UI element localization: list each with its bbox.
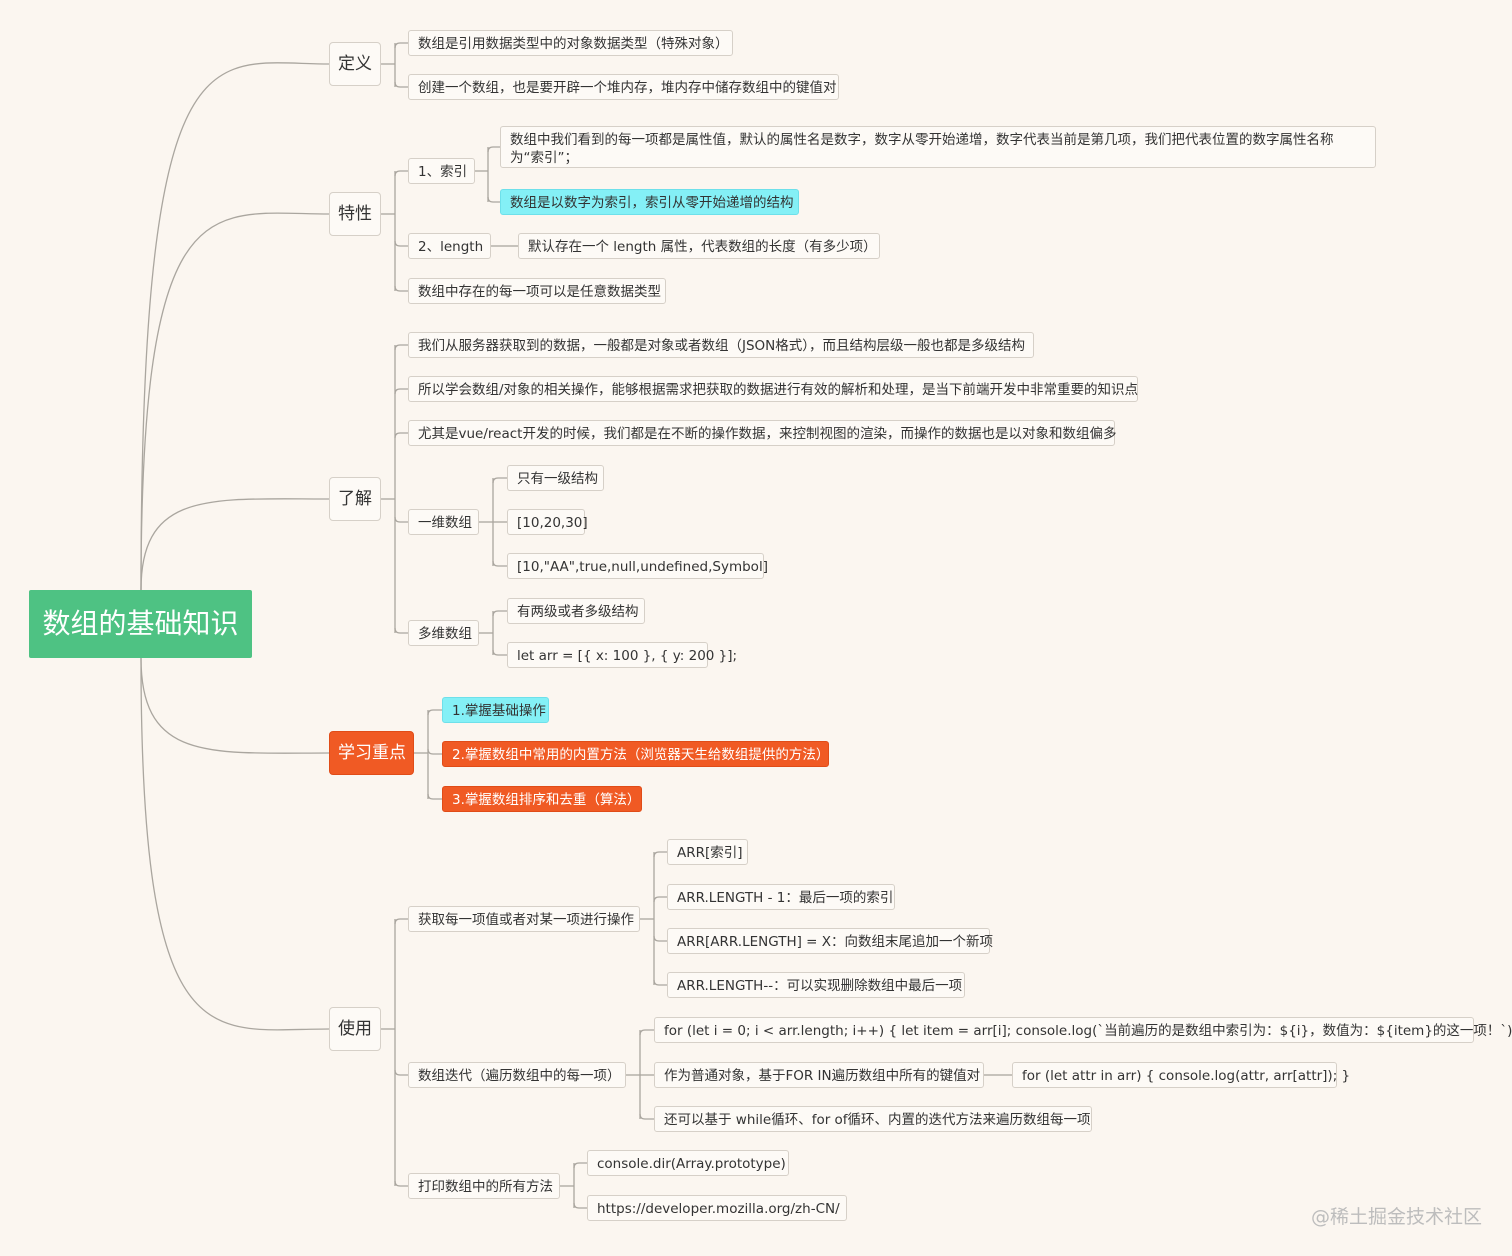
connector-branch xyxy=(653,979,667,986)
subtopic-node-4-0-2[interactable]: ARR[ARR.LENGTH] = X：向数组末尾追加一个新项 xyxy=(667,928,993,954)
connector-branch xyxy=(573,1162,587,1169)
connector-branch xyxy=(394,918,408,925)
subtopic-node-2-3-0[interactable]: 只有一级结构 xyxy=(507,465,604,491)
connector-branch xyxy=(394,627,408,634)
mind-map: 数组的基础知识 @稀土掘金技术社区 定义 数组是引用数据类型中的对象数据类型（特殊… xyxy=(0,0,1512,1256)
connector-branch xyxy=(394,42,408,49)
connector-branch xyxy=(394,344,408,351)
subtopic-node-3-1[interactable]: 2.掌握数组中常用的内置方法（浏览器天生给数组提供的方法） xyxy=(442,741,829,767)
root-branch-2 xyxy=(140,498,330,591)
subtopic-node-2-3-1[interactable]: [10,20,30] xyxy=(507,509,588,535)
subtopic-node-2-4-0[interactable]: 有两级或者多级结构 xyxy=(507,598,645,624)
connector-branch xyxy=(394,432,408,439)
subtopic-node-4-2-1[interactable]: https://developer.mozilla.org/zh-CN/ xyxy=(587,1195,847,1221)
subtopic-node-3-2[interactable]: 3.掌握数组排序和去重（算法） xyxy=(442,786,642,812)
subtopic-node-1-0-0[interactable]: 数组中我们看到的每一项都是属性值，默认的属性名是数字，数字从零开始递增，数字代表… xyxy=(500,126,1376,168)
connector-branch xyxy=(492,610,507,617)
subtopic-node-4-2[interactable]: 打印数组中的所有方法 xyxy=(408,1173,560,1199)
connector-branch xyxy=(427,748,442,755)
connector-branch xyxy=(394,1069,408,1076)
connector-branch xyxy=(639,1113,654,1120)
connector-branch xyxy=(394,240,408,247)
connector-branch xyxy=(492,649,507,656)
connector-branch xyxy=(492,560,507,567)
subtopic-node-1-0[interactable]: 1、索引 xyxy=(408,158,475,184)
connector-branch xyxy=(487,196,500,203)
watermark: @稀土掘金技术社区 xyxy=(1310,1206,1482,1228)
subtopic-node-4-2-0[interactable]: console.dir(Array.prototype) xyxy=(587,1150,789,1176)
subtopic-node-2-4-1[interactable]: let arr = [{ x: 100 }, { y: 200 }]; xyxy=(507,642,737,668)
topic-node-0[interactable]: 定义 xyxy=(329,42,381,86)
subtopic-node-4-1-1[interactable]: 作为普通对象，基于FOR IN遍历数组中所有的键值对 xyxy=(654,1062,984,1088)
connector-branch xyxy=(394,81,408,88)
subtopic-node-4-0[interactable]: 获取每一项值或者对某一项进行操作 xyxy=(408,906,640,932)
connector-branch xyxy=(492,477,507,484)
connector-branch xyxy=(394,388,408,395)
root-branch-1 xyxy=(140,212,330,591)
subtopic-node-3-0[interactable]: 1.掌握基础操作 xyxy=(442,697,549,723)
subtopic-node-2-0[interactable]: 我们从服务器获取到的数据，一般都是对象或者数组（JSON格式），而且结构层级一般… xyxy=(408,332,1034,358)
subtopic-node-1-1-0[interactable]: 默认存在一个 length 属性，代表数组的长度（有多少项） xyxy=(518,233,880,259)
subtopic-node-0-1[interactable]: 创建一个数组，也是要开辟一个堆内存，堆内存中储存数组中的键值对 xyxy=(408,74,839,100)
root-branch-0 xyxy=(140,62,330,591)
connector-branch xyxy=(487,146,500,153)
connector-branch xyxy=(394,516,408,523)
subtopic-node-1-0-1[interactable]: 数组是以数字为索引，索引从零开始递增的结构 xyxy=(500,189,799,215)
topic-node-1[interactable]: 特性 xyxy=(329,192,381,236)
connector-branch xyxy=(394,285,408,292)
subtopic-node-4-1-1-0[interactable]: for (let attr in arr) { console.log(attr… xyxy=(1012,1062,1350,1088)
root-branch-3 xyxy=(140,657,330,754)
connector-branch xyxy=(639,1029,654,1036)
connector-branch xyxy=(394,1180,408,1187)
subtopic-node-4-1-0[interactable]: for (let i = 0; i < arr.length; i++) { l… xyxy=(654,1017,1512,1043)
topic-node-2[interactable]: 了解 xyxy=(329,477,381,521)
topic-node-4[interactable]: 使用 xyxy=(329,1007,381,1051)
connector-branch xyxy=(427,793,442,800)
root-branch-4 xyxy=(140,657,330,1031)
root-node[interactable]: 数组的基础知识 xyxy=(29,590,252,658)
connector-branch xyxy=(394,170,408,177)
subtopic-node-4-0-1[interactable]: ARR.LENGTH - 1：最后一项的索引 xyxy=(667,884,895,910)
subtopic-node-4-1-2[interactable]: 还可以基于 while循环、for of循环、内置的迭代方法来遍历数组每一项 xyxy=(654,1106,1092,1132)
subtopic-node-2-3-2[interactable]: [10,"AA",true,null,undefined,Symbol] xyxy=(507,553,768,579)
connector-branch xyxy=(653,896,667,903)
connector-branch xyxy=(653,851,667,858)
connector-branch xyxy=(653,935,667,942)
subtopic-node-4-1[interactable]: 数组迭代（遍历数组中的每一项） xyxy=(408,1062,626,1088)
subtopic-node-1-1[interactable]: 2、length xyxy=(408,233,491,259)
topic-node-3[interactable]: 学习重点 xyxy=(329,731,414,775)
subtopic-node-4-0-0[interactable]: ARR[索引] xyxy=(667,839,748,865)
subtopic-node-2-4[interactable]: 多维数组 xyxy=(408,620,479,646)
subtopic-node-1-2[interactable]: 数组中存在的每一项可以是任意数据类型 xyxy=(408,278,666,304)
subtopic-node-2-1[interactable]: 所以学会数组/对象的相关操作，能够根据需求把获取的数据进行有效的解析和处理，是当… xyxy=(408,376,1138,402)
subtopic-node-4-0-3[interactable]: ARR.LENGTH--：可以实现删除数组中最后一项 xyxy=(667,972,965,998)
connector-branch xyxy=(573,1202,587,1209)
subtopic-node-2-2[interactable]: 尤其是vue/react开发的时候，我们都是在不断的操作数据，来控制视图的渲染，… xyxy=(408,420,1116,446)
subtopic-node-2-3[interactable]: 一维数组 xyxy=(408,509,479,535)
connector-branch xyxy=(427,709,442,716)
subtopic-node-0-0[interactable]: 数组是引用数据类型中的对象数据类型（特殊对象） xyxy=(408,30,733,56)
